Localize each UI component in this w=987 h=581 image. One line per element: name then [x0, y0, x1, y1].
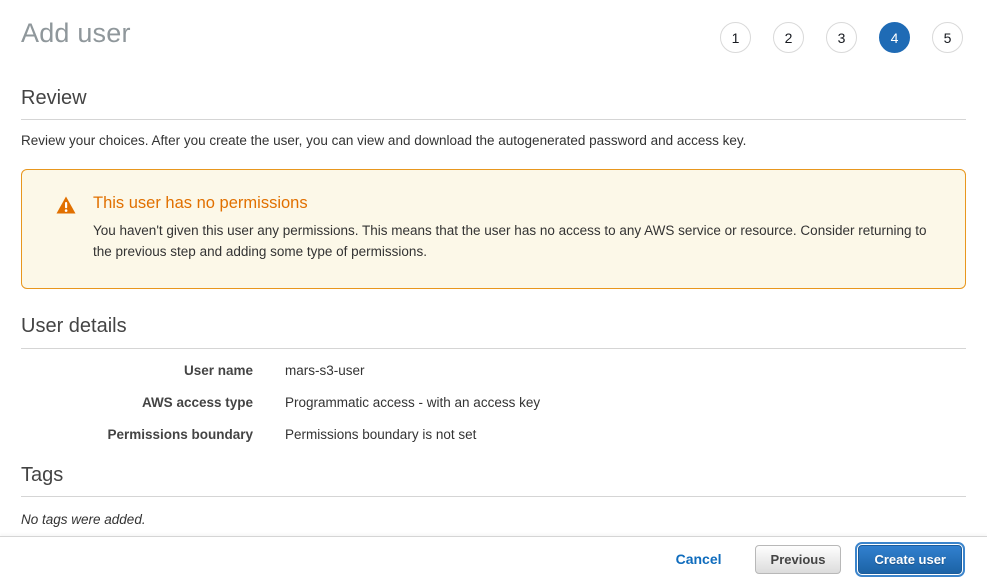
user-details-section-heading: User details	[21, 315, 966, 338]
create-user-button[interactable]: Create user	[858, 545, 962, 574]
access-type-value: Programmatic access - with an access key	[285, 395, 966, 410]
user-details-divider	[21, 348, 966, 349]
add-user-wizard-page: Add user 1 2 3 4 5 Review Review your ch…	[0, 0, 987, 581]
wizard-step-3: 3	[826, 22, 857, 53]
table-row-permissions-boundary: Permissions boundary Permissions boundar…	[21, 427, 966, 442]
wizard-step-1: 1	[720, 22, 751, 53]
table-row-user-name: User name mars-s3-user	[21, 363, 966, 378]
tags-section-heading: Tags	[21, 464, 966, 487]
review-description: Review your choices. After you create th…	[21, 133, 966, 148]
warning-title: This user has no permissions	[93, 194, 929, 213]
cancel-button[interactable]: Cancel	[676, 551, 722, 567]
access-type-label: AWS access type	[21, 395, 253, 410]
wizard-step-2: 2	[773, 22, 804, 53]
tags-empty-message: No tags were added.	[21, 512, 966, 527]
previous-button[interactable]: Previous	[755, 545, 842, 574]
table-row-access-type: AWS access type Programmatic access - wi…	[21, 395, 966, 410]
page-title: Add user	[21, 16, 131, 49]
warning-text-block: This user has no permissions You haven't…	[93, 194, 929, 268]
user-name-label: User name	[21, 363, 253, 378]
warning-triangle-icon	[56, 194, 76, 268]
user-details-table: User name mars-s3-user AWS access type P…	[21, 363, 966, 442]
wizard-content: Review Review your choices. After you cr…	[0, 87, 987, 527]
warning-body: You haven't given this user any permissi…	[93, 220, 929, 262]
tags-divider	[21, 496, 966, 497]
permissions-boundary-value: Permissions boundary is not set	[285, 427, 966, 442]
wizard-step-4-active: 4	[879, 22, 910, 53]
no-permissions-warning-banner: This user has no permissions You haven't…	[21, 169, 966, 289]
review-divider	[21, 119, 966, 120]
user-name-value: mars-s3-user	[285, 363, 966, 378]
wizard-step-5: 5	[932, 22, 963, 53]
wizard-step-indicators: 1 2 3 4 5	[720, 22, 963, 53]
wizard-footer: Cancel Previous Create user	[0, 536, 987, 581]
review-section-heading: Review	[21, 87, 966, 110]
wizard-header: Add user 1 2 3 4 5	[0, 0, 987, 53]
permissions-boundary-label: Permissions boundary	[21, 427, 253, 442]
